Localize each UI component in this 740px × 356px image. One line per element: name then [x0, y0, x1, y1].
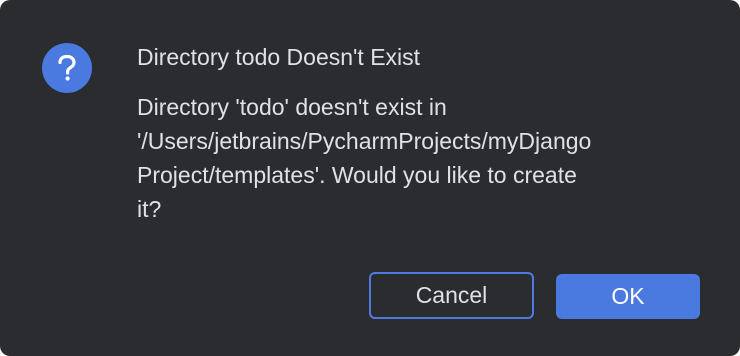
message-line: Directory 'todo' doesn't exist in	[137, 94, 447, 120]
ok-button[interactable]: OK	[556, 274, 700, 319]
confirm-dialog: Directory todo Doesn't Exist Directory '…	[0, 0, 740, 356]
message-line: it?	[137, 196, 162, 222]
cancel-button[interactable]: Cancel	[369, 272, 534, 319]
dialog-title: Directory todo Doesn't Exist	[137, 44, 421, 70]
message-line: '/Users/jetbrains/PycharmProjects/myDjan…	[137, 128, 592, 154]
question-icon	[42, 43, 92, 93]
dialog-message: Directory 'todo' doesn't exist in '/User…	[137, 90, 697, 226]
message-line: Project/templates'. Would you like to cr…	[137, 162, 577, 188]
